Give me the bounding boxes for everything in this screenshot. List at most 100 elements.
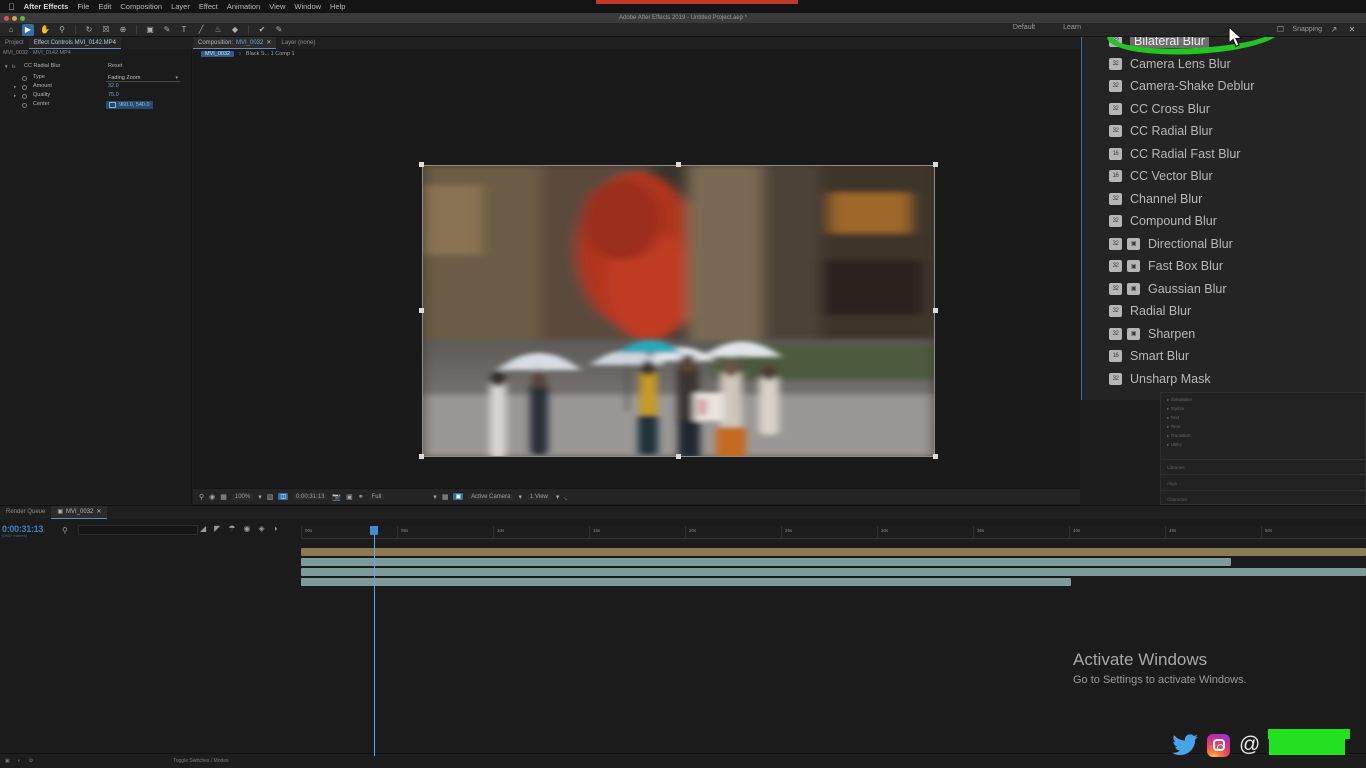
menu-item-animation[interactable]: Animation: [227, 2, 260, 11]
collapse-transform-icon[interactable]: ◉: [243, 524, 250, 533]
flyout-item-transition[interactable]: ▸ Transition: [1167, 433, 1191, 439]
menu-item-window[interactable]: Window: [294, 2, 321, 11]
effect-header-row[interactable]: ▼ fx CC Radial Blur Reset: [0, 63, 192, 72]
property-value-amount[interactable]: 32.0: [108, 83, 119, 89]
show-snapshot-icon[interactable]: ▣: [346, 493, 353, 501]
shy-layers-icon[interactable]: ☂: [228, 524, 235, 533]
channel-icon[interactable]: ⚭: [358, 493, 364, 501]
region-of-interest-icon[interactable]: ◫: [278, 493, 289, 500]
panel-row-libraries[interactable]: Libraries: [1167, 465, 1185, 470]
timeline-ruler[interactable]: 00s 05s 10s 15s 20s 25s 30s 35s 40s 45s 50s: [301, 526, 1366, 539]
layer-track-bar[interactable]: [301, 548, 1366, 556]
tab-close-icon[interactable]: ✕: [266, 37, 271, 49]
tab-effect-controls[interactable]: Effect Controls MVI_0142.MP4: [28, 37, 121, 49]
stopwatch-icon[interactable]: [22, 76, 27, 81]
type-tool[interactable]: T: [178, 24, 190, 36]
eraser-tool[interactable]: ◆: [229, 24, 241, 36]
effect-item-directional-blur[interactable]: 32 ▣ Directional Blur: [1082, 233, 1366, 256]
tab-project[interactable]: Project: [0, 37, 29, 49]
effect-item-fast-box-blur[interactable]: 32 ▣ Fast Box Blur: [1082, 255, 1366, 278]
resize-handle-tl[interactable]: [419, 162, 424, 167]
shape-tool[interactable]: ▣: [144, 24, 156, 36]
twirl-right-icon[interactable]: ▸: [14, 84, 16, 90]
tab-timeline-comp[interactable]: ▣ MVI_0032 ✕: [51, 506, 108, 519]
safe-zones-icon[interactable]: ◉: [209, 493, 215, 501]
resolution-quality[interactable]: Full: [368, 493, 385, 500]
effect-item-cc-cross-blur[interactable]: 32 CC Cross Blur: [1082, 98, 1366, 121]
resolution-icon[interactable]: ▧: [267, 493, 274, 501]
viewer-stage[interactable]: [193, 61, 1080, 521]
rotation-tool[interactable]: ↻: [83, 24, 95, 36]
menu-item-effect[interactable]: Effect: [199, 2, 218, 11]
camera-tool[interactable]: ☒: [100, 24, 112, 36]
menu-item-help[interactable]: Help: [330, 2, 345, 11]
graph-editor-icon[interactable]: ↗: [1328, 24, 1340, 36]
menu-item-after-effects[interactable]: After Effects: [24, 2, 69, 11]
search-icon[interactable]: ⚲: [62, 526, 68, 535]
crosshair-icon[interactable]: [109, 102, 116, 108]
zoom-tool[interactable]: ⚲: [56, 24, 68, 36]
workspace-default[interactable]: Default: [1013, 24, 1035, 31]
panel-row-align[interactable]: Align: [1167, 481, 1177, 486]
effect-item-cc-vector-blur[interactable]: 16 CC Vector Blur: [1082, 165, 1366, 188]
motion-blur-icon[interactable]: ◢: [200, 524, 206, 533]
draft-3d-icon[interactable]: ◈: [258, 524, 264, 533]
effect-item-gaussian-blur[interactable]: 32 ▣ Gaussian Blur: [1082, 278, 1366, 301]
effect-reset-button[interactable]: Reset: [108, 63, 122, 69]
hand-tool[interactable]: ✋: [39, 24, 51, 36]
property-value-center[interactable]: 960.0, 540.0: [119, 102, 150, 108]
flyout-item-text[interactable]: ▸ Text: [1167, 415, 1179, 421]
twirl-down-icon[interactable]: ▼: [4, 64, 8, 69]
frame-blend-toggle-icon[interactable]: ▣: [0, 758, 10, 764]
chevron-down-icon[interactable]: ▾: [258, 493, 262, 501]
breadcrumb-comp-chip[interactable]: MVI_0032: [201, 51, 235, 57]
zoom-level[interactable]: 100%: [231, 493, 254, 500]
close-icon[interactable]: ✕: [1346, 24, 1358, 36]
panel-row-character[interactable]: Character: [1167, 497, 1187, 502]
home-icon[interactable]: ⌂: [5, 24, 17, 36]
menu-item-edit[interactable]: Edit: [98, 2, 111, 11]
property-value-quality[interactable]: 75.0: [108, 92, 119, 98]
flyout-item-simulation[interactable]: ▸ Simulation: [1167, 397, 1192, 403]
stopwatch-icon[interactable]: [22, 94, 27, 99]
tab-close-icon[interactable]: ✕: [96, 506, 101, 519]
stopwatch-icon[interactable]: [22, 103, 27, 108]
fx-toggle-icon[interactable]: fx: [12, 64, 16, 69]
composition-frame[interactable]: [419, 162, 938, 459]
effect-item-smart-blur[interactable]: 16 Smart Blur: [1082, 345, 1366, 368]
roto-brush-tool[interactable]: ✔: [256, 24, 268, 36]
puppet-pin-tool[interactable]: ✎: [273, 24, 285, 36]
effect-item-compound-blur[interactable]: 32 Compound Blur: [1082, 210, 1366, 233]
menu-item-composition[interactable]: Composition: [120, 2, 162, 11]
flyout-item-utility[interactable]: ▸ Utility: [1167, 442, 1182, 448]
layer-track-bar[interactable]: [301, 558, 1231, 566]
frame-blend-icon[interactable]: ◤: [214, 524, 220, 533]
clone-stamp-tool[interactable]: ♨: [212, 24, 224, 36]
layer-track-bar[interactable]: [301, 578, 1071, 586]
flyout-item-time[interactable]: ▸ Time: [1167, 424, 1181, 430]
3d-view-icon[interactable]: ▣: [453, 493, 464, 500]
effect-item-cc-radial-fast-blur[interactable]: 16 CC Radial Fast Blur: [1082, 143, 1366, 166]
resize-handle-ml[interactable]: [419, 308, 424, 313]
center-point-control[interactable]: 960.0, 540.0: [106, 101, 153, 109]
twirl-right-icon[interactable]: ▸: [14, 93, 16, 99]
views-select[interactable]: 1 View: [526, 493, 551, 500]
resize-handle-br[interactable]: [933, 454, 938, 459]
menu-item-layer[interactable]: Layer: [171, 2, 190, 11]
playhead-handle[interactable]: [370, 526, 378, 535]
resize-handle-bc[interactable]: [676, 454, 681, 459]
instagram-icon[interactable]: [1207, 733, 1230, 757]
effect-item-unsharp-mask[interactable]: 32 Unsharp Mask: [1082, 368, 1366, 391]
chevron-down-icon[interactable]: ▾: [433, 493, 437, 501]
camera-view-select[interactable]: Active Camera: [468, 493, 514, 500]
resize-handle-bl[interactable]: [419, 454, 424, 459]
motion-blur-toggle-icon[interactable]: ◐: [10, 758, 21, 764]
magnification-icon[interactable]: ⚲: [199, 493, 204, 501]
timeline-search-input[interactable]: [78, 525, 198, 535]
stopwatch-icon[interactable]: [22, 85, 27, 90]
snapping-checkbox[interactable]: ☐: [1274, 24, 1286, 36]
apple-menu-icon[interactable]: : [8, 2, 15, 12]
effect-item-radial-blur[interactable]: 32 Radial Blur: [1082, 300, 1366, 323]
transparency-grid-icon[interactable]: ▦: [442, 493, 449, 501]
playhead-line[interactable]: [374, 526, 375, 756]
